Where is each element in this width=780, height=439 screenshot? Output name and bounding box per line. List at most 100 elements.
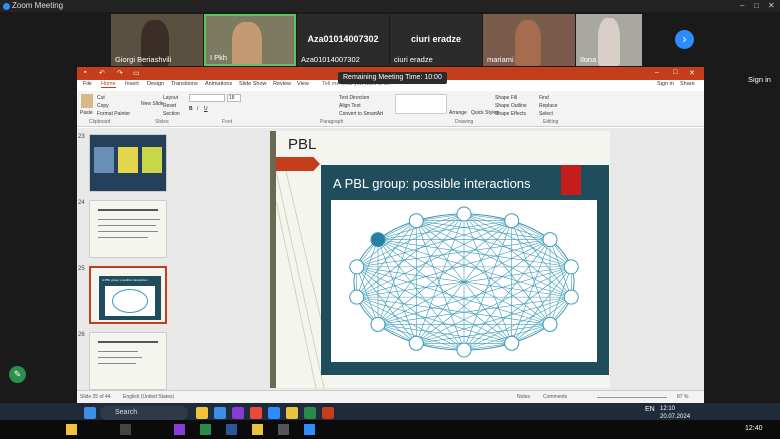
zoom-level[interactable]: 87 % (677, 394, 688, 400)
slide-counter: Slide 25 of 44 (80, 394, 111, 400)
word-icon[interactable] (226, 424, 237, 435)
share-button[interactable]: Share (680, 81, 695, 87)
language-indicator[interactable]: EN (645, 406, 655, 413)
remaining-time-banner: Remaining Meeting Time: 10:00 (338, 72, 447, 84)
slide-thumbnail-selected[interactable]: A PBL group: possible interactions (89, 266, 167, 324)
tab-view[interactable]: View (297, 81, 309, 87)
editing-group-label: Editing (543, 119, 559, 125)
premiere-icon[interactable] (174, 424, 185, 435)
redo-icon[interactable]: ↷ (117, 69, 123, 77)
undo-icon[interactable]: ↶ (99, 69, 105, 77)
shape-effects-button[interactable]: Shape Effects (495, 111, 526, 117)
participant-tile-active-speaker[interactable]: I Pkh (204, 14, 296, 66)
participant-tile[interactable]: mariami (483, 14, 575, 66)
participant-tile[interactable]: Giorgi Beriashvili (111, 14, 203, 66)
close-icon[interactable]: ✕ (768, 0, 775, 12)
slide-thumbnail[interactable] (89, 200, 167, 258)
bold-icon[interactable]: B (189, 106, 193, 112)
reset-button[interactable]: Reset (163, 103, 176, 109)
save-icon[interactable]: ▪ (84, 69, 86, 76)
annotate-pen-button[interactable]: ✎ (9, 366, 26, 383)
tab-file[interactable]: File (83, 81, 92, 87)
participant-tile[interactable]: ciuri eradze ciuri eradze (390, 14, 482, 66)
network-node (456, 342, 472, 358)
teams-icon[interactable] (232, 407, 244, 419)
app-icon[interactable] (120, 424, 131, 435)
shape-fill-button[interactable]: Shape Fill (495, 95, 517, 101)
participant-tile[interactable]: Ilona (576, 14, 642, 66)
participant-strip: Giorgi Beriashvili I Pkh Aza01014007302 … (0, 12, 780, 67)
chrome-icon[interactable] (286, 407, 298, 419)
italic-icon[interactable]: I (197, 106, 198, 112)
chrome-icon[interactable] (252, 424, 263, 435)
new-slide-button[interactable]: New Slide (141, 101, 164, 107)
clock-time: 12:10 (660, 406, 676, 412)
network-edge (356, 266, 551, 325)
opera-icon[interactable] (250, 407, 262, 419)
edge-icon[interactable] (214, 407, 226, 419)
paragraph-group-label: Paragraph (320, 119, 344, 125)
participant-display-name: ciuri eradze (410, 34, 462, 44)
font-name-select[interactable] (189, 94, 225, 102)
underline-icon[interactable]: U (204, 106, 208, 112)
comments-button[interactable]: Comments (543, 394, 567, 400)
font-size-select[interactable]: 18 (227, 94, 241, 102)
participant-tile[interactable]: Aza01014007302 Aza01014007302 (297, 14, 389, 66)
slide-thumbnail[interactable] (89, 332, 167, 390)
file-explorer-icon[interactable] (196, 407, 208, 419)
tab-slide-show[interactable]: Slide Show (239, 81, 267, 87)
maximize-icon[interactable]: □ (754, 0, 759, 12)
network-node (563, 259, 579, 275)
format-painter-button[interactable]: Format Painter (97, 111, 130, 117)
tab-transitions[interactable]: Transitions (171, 81, 198, 87)
tab-animations[interactable]: Animations (205, 81, 232, 87)
start-icon[interactable] (84, 407, 96, 419)
excel-icon[interactable] (200, 424, 211, 435)
section-button[interactable]: Section (163, 111, 180, 117)
zoom-app-icon[interactable] (304, 424, 315, 435)
text-direction-button[interactable]: Text Direction (339, 95, 369, 101)
convert-smartart-button[interactable]: Convert to SmartArt (339, 111, 383, 117)
excel-icon[interactable] (304, 407, 316, 419)
slide-thumbnail[interactable] (89, 134, 167, 192)
select-button[interactable]: Select (539, 111, 553, 117)
present-icon[interactable]: ▭ (133, 69, 140, 77)
thumbnail-caption: A PBL group: possible interactions (102, 278, 148, 282)
tab-design[interactable]: Design (147, 81, 164, 87)
paste-button[interactable]: Paste (80, 110, 93, 116)
powerpoint-icon[interactable] (322, 407, 334, 419)
language-indicator[interactable]: English (United States) (123, 394, 174, 400)
close-icon[interactable]: ✕ (689, 69, 695, 77)
cut-button[interactable]: Cut (97, 95, 105, 101)
tab-insert[interactable]: Insert (125, 81, 139, 87)
app-icon[interactable] (278, 424, 289, 435)
search-box[interactable]: Search (100, 406, 188, 420)
network-node (349, 259, 365, 275)
copy-button[interactable]: Copy (97, 103, 109, 109)
notes-button[interactable]: Notes (517, 394, 530, 400)
network-diagram-frame (331, 200, 597, 362)
find-button[interactable]: Find (539, 95, 549, 101)
tab-review[interactable]: Review (273, 81, 291, 87)
slide-thumbnail-pane: 23 24 25 A PBL group: possible interacti… (77, 128, 177, 390)
ppt-sign-in[interactable]: Sign in (657, 81, 674, 87)
minimize-icon[interactable]: – (740, 0, 744, 12)
participant-name: Aza01014007302 (301, 55, 360, 64)
align-text-button[interactable]: Align Text (339, 103, 361, 109)
zoom-app-icon[interactable] (268, 407, 280, 419)
slide[interactable]: PBL A PBL group: possible interactions (270, 131, 610, 388)
folder-icon[interactable] (66, 424, 77, 435)
network-node (408, 213, 424, 229)
replace-button[interactable]: Replace (539, 103, 557, 109)
maximize-icon[interactable]: □ (673, 69, 677, 76)
next-participants-button[interactable]: › (675, 30, 694, 49)
arrange-button[interactable]: Arrange (449, 110, 467, 116)
minimize-icon[interactable]: – (655, 69, 659, 76)
layout-button[interactable]: Layout (163, 95, 178, 101)
zoom-slider[interactable] (597, 397, 667, 398)
shape-outline-button[interactable]: Shape Outline (495, 103, 527, 109)
paste-icon[interactable] (81, 94, 93, 108)
tab-home[interactable]: Home (101, 81, 116, 88)
zoom-sign-in[interactable]: Sign in (748, 75, 771, 84)
shapes-gallery[interactable] (395, 94, 447, 114)
